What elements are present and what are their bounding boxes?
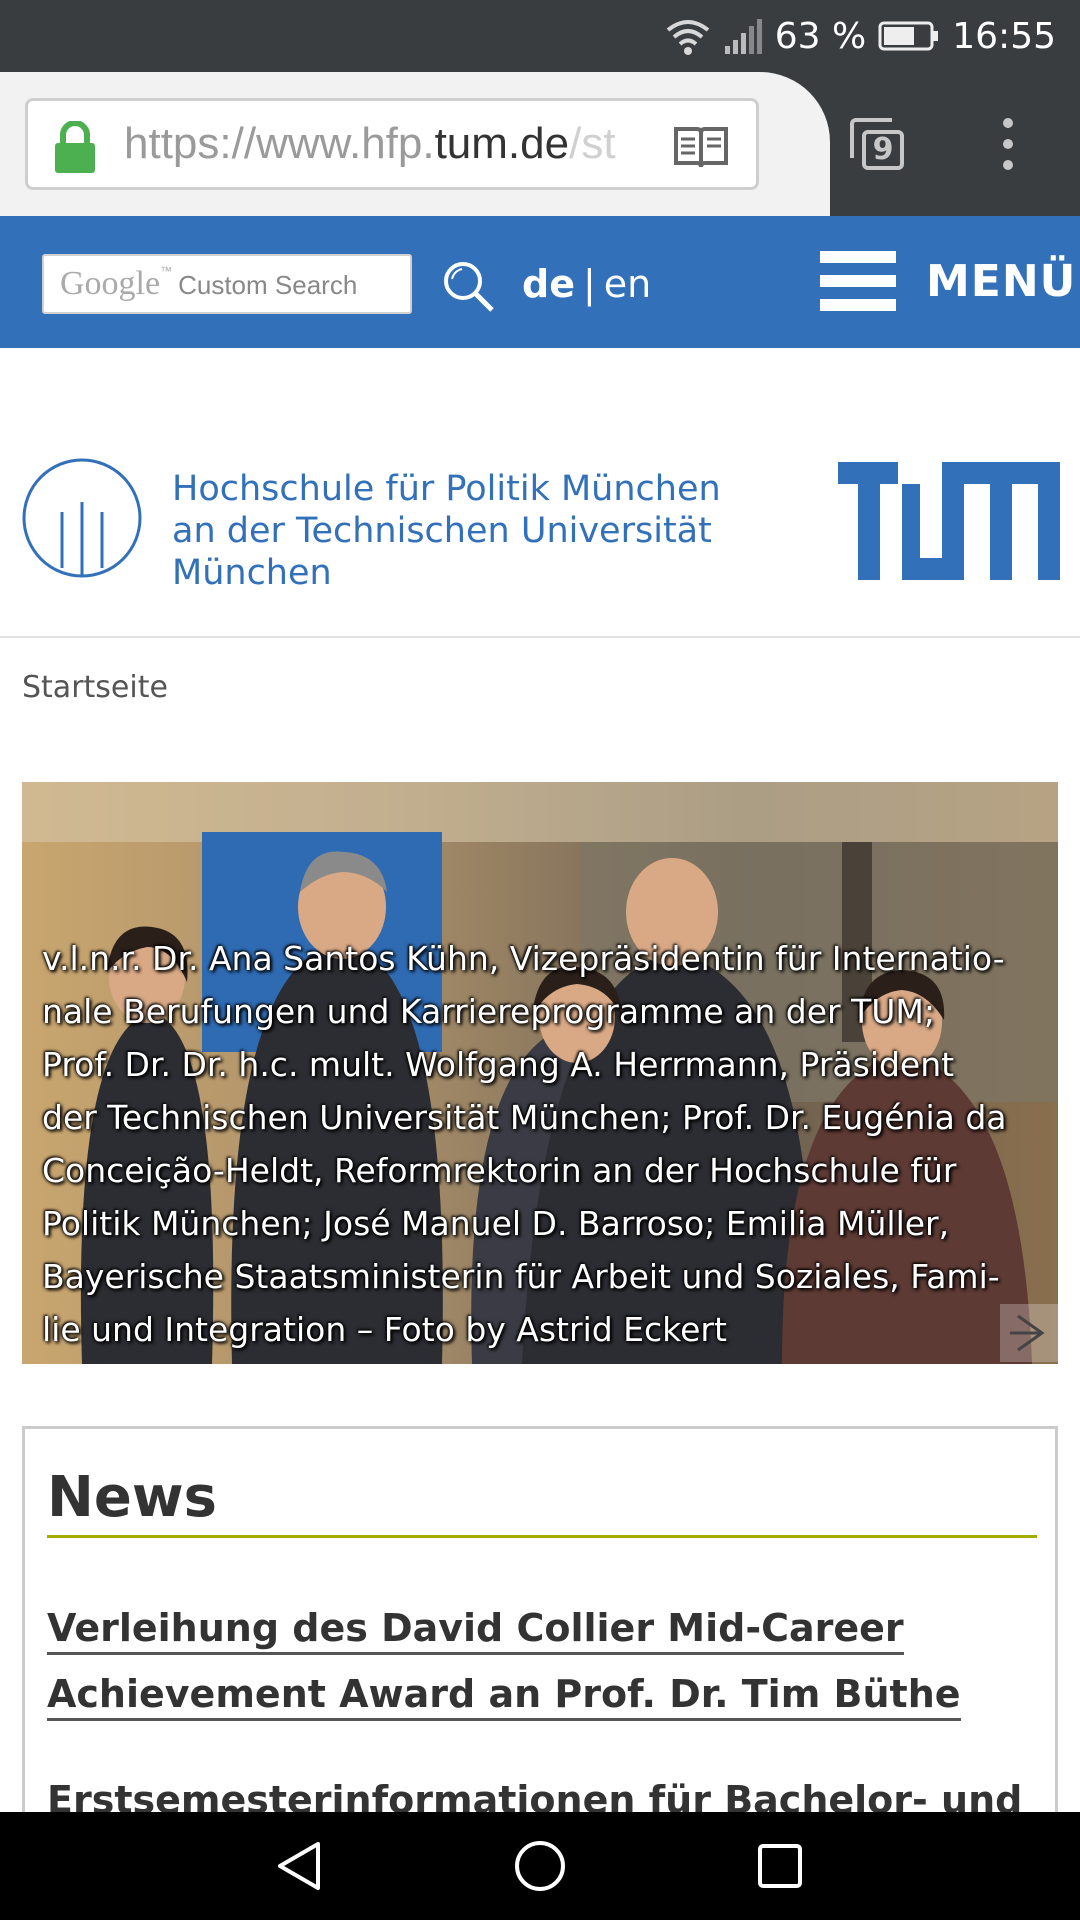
wifi-icon <box>666 20 710 55</box>
chevron-right-icon <box>1010 1314 1045 1352</box>
back-icon[interactable] <box>268 1834 332 1898</box>
caption-line: v.l.n.r. Dr. Ana Santos Kühn, Vizepräsid… <box>42 939 1005 978</box>
battery-percent: 63 % <box>774 15 867 57</box>
news-divider <box>47 1535 1037 1538</box>
caption-line: Conceição-Heldt, Reformrektorin an der H… <box>42 1151 957 1190</box>
search-brand: Google <box>60 265 161 302</box>
news-title: News <box>47 1465 217 1530</box>
caption-line: nale Berufungen und Karriereprogramme an… <box>42 992 935 1031</box>
more-icon[interactable] <box>996 118 1020 172</box>
tab-count: 9 <box>862 130 904 170</box>
signal-icon <box>724 19 762 54</box>
menu-icon <box>820 251 896 311</box>
hero-caption: v.l.n.r. Dr. Ana Santos Kühn, Vizepräsid… <box>42 932 1052 1356</box>
search-icon[interactable] <box>440 258 496 314</box>
menu-label: MENÜ <box>926 255 1077 307</box>
browser-tab-area: https://www.hfp.tum.de/st <box>0 72 830 216</box>
language-switcher: de | en <box>522 262 651 306</box>
browser-toolbar: https://www.hfp.tum.de/st 9 <box>0 72 1080 216</box>
recents-icon[interactable] <box>748 1834 812 1898</box>
institution-name[interactable]: Hochschule für Politik München an der Te… <box>172 468 732 594</box>
search-placeholder: Custom Search <box>178 270 358 300</box>
institution-header: Hochschule für Politik München an der Te… <box>0 348 1080 638</box>
institution-name-line3: München <box>172 553 332 593</box>
caption-line: Prof. Dr. Dr. h.c. mult. Wolfgang A. Her… <box>42 1045 955 1084</box>
home-icon[interactable] <box>508 1834 572 1898</box>
hero-slider[interactable]: v.l.n.r. Dr. Ana Santos Kühn, Vizepräsid… <box>22 782 1058 1364</box>
lang-separator: | <box>582 262 596 306</box>
lock-icon[interactable] <box>52 121 98 173</box>
url-domain: tum.de <box>434 119 570 168</box>
battery-icon <box>878 21 939 51</box>
url-bar[interactable]: https://www.hfp.tum.de/st <box>25 98 759 190</box>
caption-line: lie und Integration – Foto by Astrid Eck… <box>42 1310 727 1349</box>
slider-next-button[interactable] <box>1000 1304 1058 1362</box>
lang-en-link[interactable]: en <box>604 262 651 306</box>
status-bar: 63 % 16:55 <box>0 0 1080 72</box>
tabs-icon[interactable]: 9 <box>844 110 908 176</box>
caption-line: der Technischen Universität München; Pro… <box>42 1098 1007 1137</box>
hfp-logo[interactable] <box>20 456 144 580</box>
news-list: Verleihung des David Collier Mid-Career … <box>47 1595 1037 1846</box>
caption-line: Bayerische Staatsministerin für Arbeit u… <box>42 1257 1000 1296</box>
news-section: News Verleihung des David Collier Mid-Ca… <box>22 1426 1058 1846</box>
site-header: Google™ Custom Search de | en MENÜ <box>0 216 1080 348</box>
search-input[interactable]: Google™ Custom Search <box>42 254 412 314</box>
lang-de-link[interactable]: de <box>522 262 575 306</box>
url-prefix: https://www.hfp. <box>124 119 435 168</box>
system-nav-bar <box>0 1812 1080 1920</box>
institution-name-line1: Hochschule für Politik München <box>172 469 721 509</box>
menu-button[interactable]: MENÜ <box>820 248 1076 314</box>
url-suffix: /st <box>569 119 616 168</box>
url-text[interactable]: https://www.hfp.tum.de/st <box>124 119 669 169</box>
breadcrumb[interactable]: Startseite <box>22 670 168 705</box>
news-item[interactable]: Verleihung des David Collier Mid-Career … <box>47 1595 1037 1727</box>
reader-mode-icon[interactable] <box>672 125 730 171</box>
news-item-line: Verleihung des David Collier Mid-Career <box>47 1606 904 1655</box>
institution-name-line2: an der Technischen Universität <box>172 511 712 551</box>
tum-logo[interactable] <box>838 462 1060 580</box>
caption-line: Politik München; José Manuel D. Barroso;… <box>42 1204 950 1243</box>
news-item-line: Achievement Award an Prof. Dr. Tim Büthe <box>47 1672 961 1721</box>
clock: 16:55 <box>952 15 1056 57</box>
